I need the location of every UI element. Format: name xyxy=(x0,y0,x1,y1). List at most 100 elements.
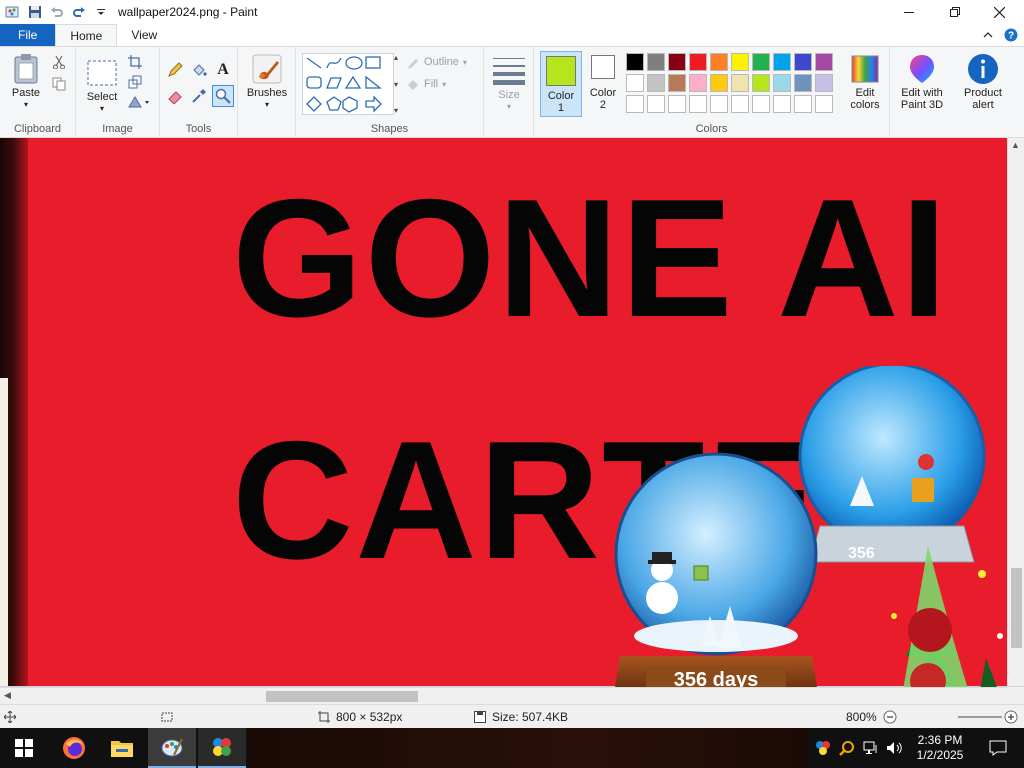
minimize-button[interactable] xyxy=(886,0,932,24)
zoom-slider[interactable] xyxy=(958,705,1002,729)
palette-swatch[interactable] xyxy=(794,53,812,71)
zoom-in-button[interactable] xyxy=(1004,705,1018,729)
resize-icon[interactable] xyxy=(126,73,144,91)
palette-swatch[interactable] xyxy=(689,74,707,92)
shapes-scroll[interactable]: ▴ ▾ ▾ xyxy=(394,53,406,115)
ribbon-app-taskbar-button[interactable] xyxy=(198,728,246,768)
palette-swatch[interactable] xyxy=(647,95,665,113)
selection-size-icon xyxy=(161,712,173,722)
select-button[interactable]: Select ▾ xyxy=(82,57,122,115)
palette-swatch[interactable] xyxy=(815,95,833,113)
collapse-ribbon-icon[interactable] xyxy=(982,29,994,41)
taskbar-clock[interactable]: 2:36 PM 1/2/2025 xyxy=(908,728,972,768)
clipboard-group-label: Clipboard xyxy=(13,123,62,135)
palette-swatch[interactable] xyxy=(710,74,728,92)
palette-swatch[interactable] xyxy=(815,53,833,71)
clock-date: 1/2/2025 xyxy=(916,748,964,762)
palette-swatch[interactable] xyxy=(689,53,707,71)
action-center-button[interactable] xyxy=(976,728,1020,768)
vertical-scroll-thumb[interactable] xyxy=(1011,568,1022,648)
paste-button[interactable]: Paste ▾ xyxy=(6,53,46,111)
tray-search-icon[interactable] xyxy=(836,728,858,768)
crop-icon[interactable] xyxy=(126,53,144,71)
windows-logo-icon xyxy=(15,739,33,757)
palette-swatch[interactable] xyxy=(668,53,686,71)
text-tool-icon[interactable]: A xyxy=(214,61,232,79)
palette-swatch[interactable] xyxy=(668,74,686,92)
restore-button[interactable] xyxy=(932,0,978,24)
size-button[interactable]: Size ▾ xyxy=(490,55,528,113)
palette-swatch[interactable] xyxy=(731,53,749,71)
copy-icon[interactable] xyxy=(50,75,68,93)
undo-icon[interactable] xyxy=(46,1,68,23)
palette-swatch[interactable] xyxy=(710,95,728,113)
paint-window: wallpaper2024.png - Paint File Home View… xyxy=(0,0,1024,768)
horizontal-scroll-thumb[interactable] xyxy=(266,691,418,702)
palette-swatch[interactable] xyxy=(773,53,791,71)
fill-bucket-icon[interactable] xyxy=(190,61,208,79)
palette-swatch[interactable] xyxy=(752,74,770,92)
cut-icon[interactable] xyxy=(50,53,68,71)
canvas-text-line1: GONE AI xyxy=(232,164,950,352)
help-icon[interactable]: ? xyxy=(1004,28,1018,42)
eraser-icon[interactable] xyxy=(166,87,184,105)
tab-file[interactable]: File xyxy=(0,24,56,46)
magnifier-icon[interactable] xyxy=(212,85,234,107)
palette-swatch[interactable] xyxy=(710,53,728,71)
palette-swatch[interactable] xyxy=(773,95,791,113)
file-explorer-taskbar-button[interactable] xyxy=(98,728,146,768)
zoom-slider-track[interactable] xyxy=(958,716,1002,718)
palette-swatch[interactable] xyxy=(647,53,665,71)
size-label: Size xyxy=(498,89,520,101)
customize-toolbar-icon[interactable] xyxy=(90,1,112,23)
paint-app-icon[interactable] xyxy=(2,1,24,23)
palette-swatch[interactable] xyxy=(794,95,812,113)
palette-swatch[interactable] xyxy=(752,95,770,113)
redo-icon[interactable] xyxy=(68,1,90,23)
palette-swatch[interactable] xyxy=(647,74,665,92)
color-picker-icon[interactable] xyxy=(190,87,208,105)
fill-button[interactable]: Fill ▾ xyxy=(406,77,446,91)
firefox-taskbar-button[interactable] xyxy=(50,728,98,768)
color1-button[interactable]: Color 1 xyxy=(540,51,582,117)
edit-colors-button[interactable]: Edit colors xyxy=(844,53,886,111)
palette-swatch[interactable] xyxy=(731,74,749,92)
scroll-up-arrow-icon[interactable]: ▲ xyxy=(1011,140,1020,150)
tab-home[interactable]: Home xyxy=(55,24,118,46)
canvas-left-light-strip xyxy=(0,378,8,686)
palette-swatch[interactable] xyxy=(626,74,644,92)
size-group: Size ▾ xyxy=(484,47,534,137)
image-dimensions-icon xyxy=(318,711,330,723)
palette-swatch[interactable] xyxy=(752,53,770,71)
palette-swatch[interactable] xyxy=(626,53,644,71)
tray-volume-icon[interactable] xyxy=(884,728,906,768)
product-alert-button[interactable]: Product alert xyxy=(954,53,1012,111)
pencil-icon[interactable] xyxy=(166,61,184,79)
palette-swatch[interactable] xyxy=(626,95,644,113)
palette-swatch[interactable] xyxy=(689,95,707,113)
close-button[interactable] xyxy=(976,0,1022,24)
palette-swatch[interactable] xyxy=(668,95,686,113)
outline-button[interactable]: Outline ▾ xyxy=(406,55,467,69)
edit-with-paint3d-button[interactable]: Edit with Paint 3D xyxy=(892,53,952,111)
colors-group-label: Colors xyxy=(695,123,728,135)
paint-taskbar-button[interactable] xyxy=(148,728,196,768)
zoom-in-icon[interactable] xyxy=(1004,710,1018,724)
start-button[interactable] xyxy=(0,728,48,768)
palette-swatch[interactable] xyxy=(815,74,833,92)
palette-swatch[interactable] xyxy=(773,74,791,92)
color2-button[interactable]: Color 2 xyxy=(584,51,622,117)
zoom-out-icon[interactable] xyxy=(883,710,897,724)
save-icon[interactable] xyxy=(24,1,46,23)
horizontal-scrollbar[interactable]: ◀ xyxy=(0,687,1007,704)
scroll-left-arrow-icon[interactable]: ◀ xyxy=(4,690,11,701)
palette-swatch[interactable] xyxy=(794,74,812,92)
palette-swatch[interactable] xyxy=(731,95,749,113)
tab-view[interactable]: View xyxy=(117,24,171,46)
shapes-gallery[interactable] xyxy=(302,53,394,115)
brushes-button[interactable]: Brushes ▾ xyxy=(244,53,290,111)
tray-app-icon[interactable] xyxy=(812,728,834,768)
tray-network-icon[interactable] xyxy=(860,728,882,768)
vertical-scrollbar[interactable]: ▲ xyxy=(1007,138,1024,686)
rotate-icon[interactable] xyxy=(126,93,152,111)
